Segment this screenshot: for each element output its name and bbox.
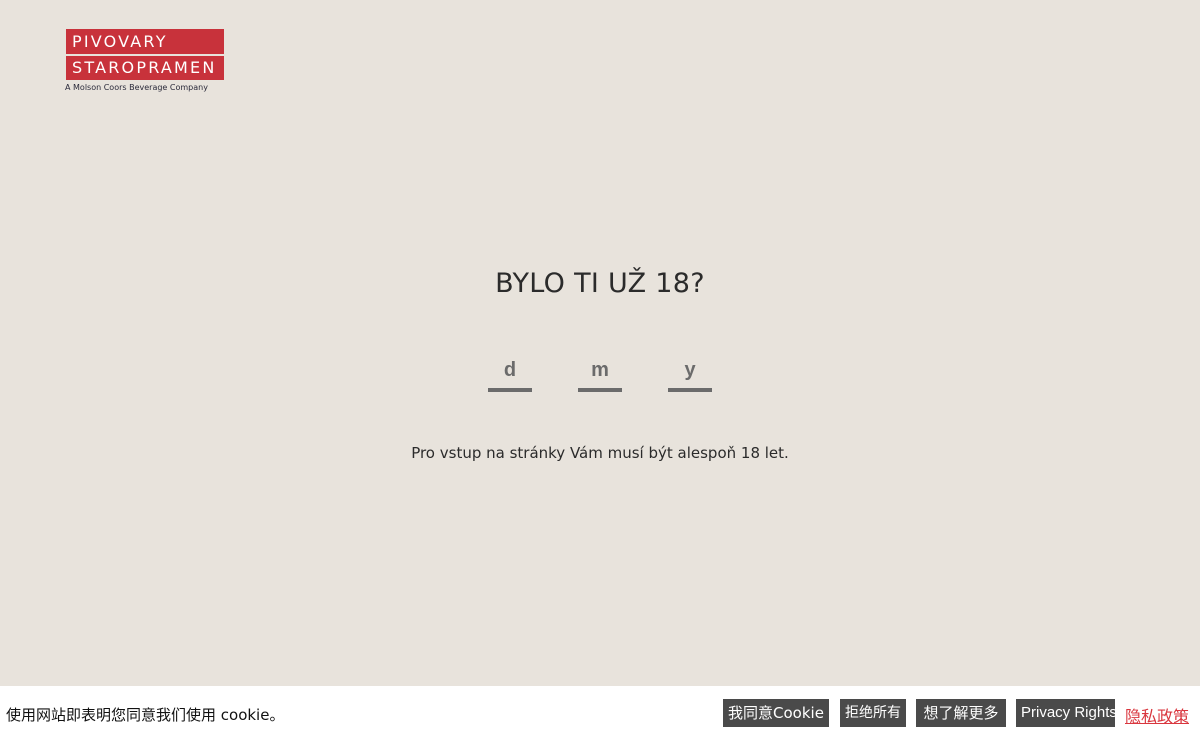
logo-line-1: PIVOVARY [72, 32, 168, 51]
learn-more-button[interactable]: 想了解更多 [916, 699, 1006, 727]
logo-badge: PIVOVARY STAROPRAMEN [66, 29, 224, 80]
staropramen-logo[interactable]: PIVOVARY STAROPRAMEN A Molson Coors Beve… [65, 29, 227, 99]
cookie-consent-bar: 使用网站即表明您同意我们使用 cookie。 我同意Cookie 拒绝所有 想了… [0, 686, 1200, 740]
logo-tagline: A Molson Coors Beverage Company [65, 83, 208, 92]
age-gate-page: PIVOVARY STAROPRAMEN A Molson Coors Beve… [0, 0, 1200, 740]
logo-divider [66, 54, 224, 56]
privacy-policy-link[interactable]: 隐私政策 [1125, 703, 1189, 727]
privacy-rights-button[interactable]: Privacy Rights [1016, 699, 1117, 727]
accept-cookies-button[interactable]: 我同意Cookie [723, 699, 829, 727]
logo-line-2: STAROPRAMEN [72, 58, 217, 77]
age-question: BYLO TI UŽ 18? [495, 268, 705, 299]
year-input[interactable] [668, 352, 712, 392]
age-requirement-notice: Pro vstup na stránky Vám musí být alespo… [411, 444, 789, 462]
month-input[interactable] [578, 352, 622, 392]
birthdate-inputs [488, 352, 712, 392]
reject-all-button[interactable]: 拒绝所有 [840, 699, 906, 727]
cookie-message: 使用网站即表明您同意我们使用 cookie。 [6, 706, 285, 724]
day-input[interactable] [488, 352, 532, 392]
